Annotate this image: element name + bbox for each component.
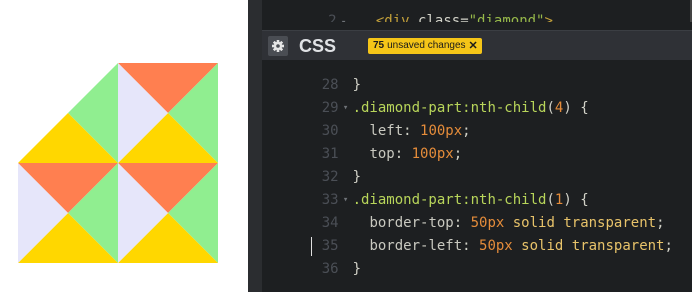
code-text: } [352,261,362,277]
gear-icon [272,40,284,52]
css-value-keyword: solid [521,238,564,254]
line-number: 36 [321,261,339,277]
css-code-area[interactable]: 28} 29 ▾ .diamond-part:nth-child(4) { 30 l… [262,60,692,292]
css-panel-title: CSS [299,36,337,56]
css-property: border-left [369,238,463,254]
css-panel-header: CSS 75 unsaved changes ✕ [262,30,692,61]
unsaved-changes-badge[interactable]: 75 unsaved changes ✕ [368,38,482,54]
close-icon[interactable]: ✕ [469,38,478,54]
settings-button[interactable] [268,36,288,56]
preview-pane [0,0,248,292]
code-line[interactable]: 30 left: 100px; [262,97,471,139]
unsaved-label: unsaved changes [387,40,466,51]
css-value-number: 50px [479,238,513,254]
code-line[interactable]: 35 border-left: 50px solid transparent; [262,212,673,254]
code-line[interactable]: 33 ▾ .diamond-part:nth-child(1) { [262,166,589,208]
code-line[interactable]: 32} [262,143,361,185]
diamond-preview [18,63,218,263]
html-code-line-partial: class="diamond-part"></ [262,10,648,22]
code-editor: 2▾ <div class="diamond"> class="diamond-… [248,0,692,292]
editor-left-strip [248,0,262,292]
text-cursor [311,237,312,256]
css-value-number: 100px [411,146,454,162]
html-panel[interactable]: 2▾ <div class="diamond"> class="diamond-… [262,0,692,22]
code-line[interactable]: 29 ▾ .diamond-part:nth-child(4) { [262,74,589,116]
css-property: top [369,146,395,162]
code-line[interactable]: 34 border-top: 50px solid transparent; [262,189,665,231]
unsaved-count: 75 [373,40,385,51]
css-value-keyword: transparent [571,238,665,254]
css-pseudo: :nth-child [462,100,547,116]
code-line[interactable]: 28} [262,60,361,93]
code-line[interactable]: 31 top: 100px; [262,120,462,162]
